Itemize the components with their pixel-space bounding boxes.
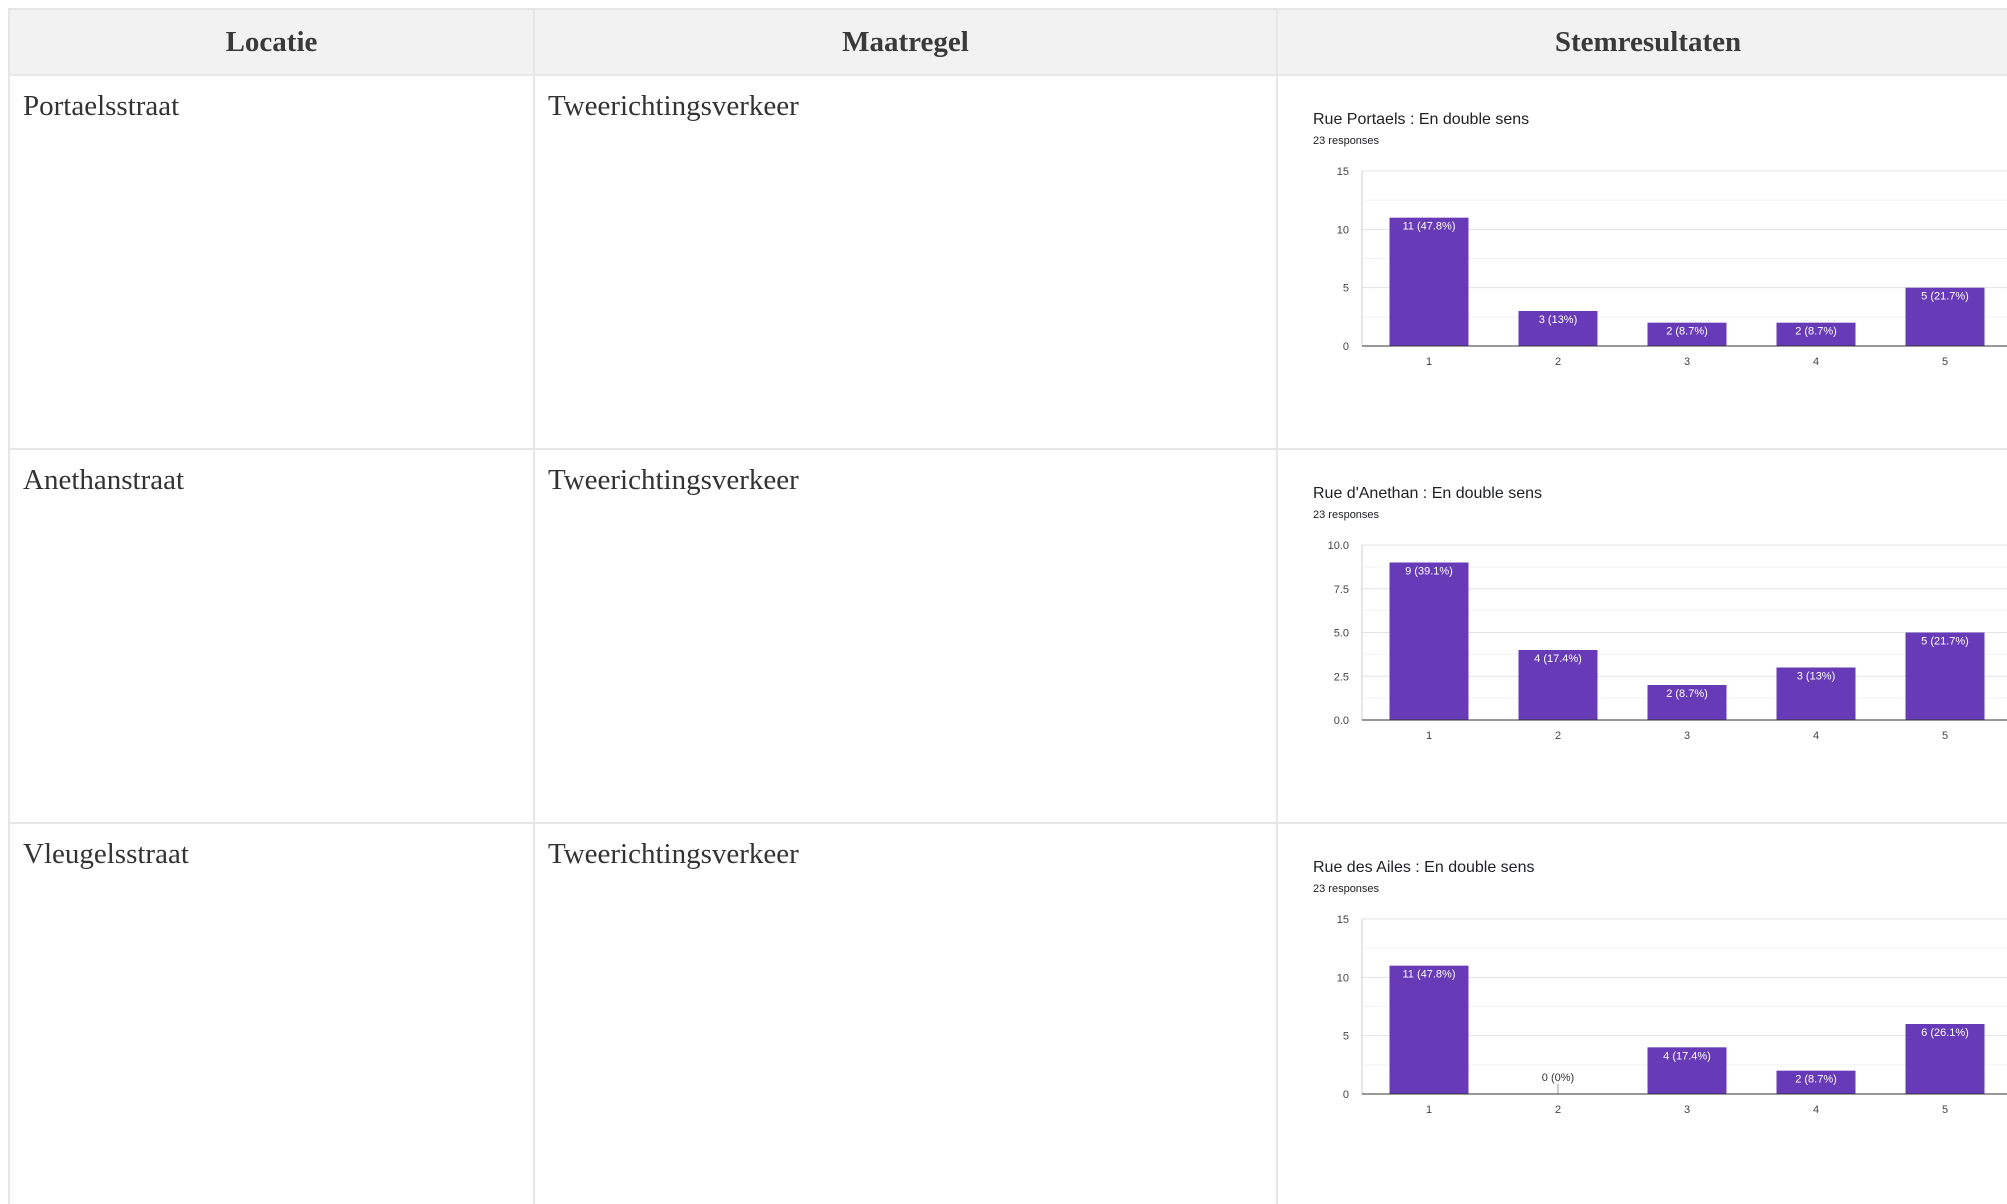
x-tick-label: 3 (1684, 356, 1690, 368)
x-tick-label: 2 (1555, 730, 1561, 742)
y-tick-label: 15 (1337, 914, 1349, 926)
y-tick-label: 0.0 (1334, 715, 1349, 727)
x-tick-label: 4 (1813, 730, 1819, 742)
x-tick-label: 4 (1813, 356, 1819, 368)
x-tick-label: 5 (1942, 730, 1948, 742)
y-tick-label: 5 (1343, 283, 1349, 295)
chart-subtitle: 23 responses (1313, 135, 1380, 147)
measure-cell: Tweerichtingsverkeer (535, 76, 1278, 450)
bar-chart-anethan: Rue d'Anethan : En double sens 23 respons… (1313, 485, 2007, 742)
y-tick-label: 0 (1343, 1089, 1349, 1101)
bar-data-label: 5 (21.7%) (1921, 291, 1969, 303)
results-table: Locatie Maatregel Stemresultaten Portael… (8, 8, 2007, 1204)
table-row: Anethanstraat Tweerichtingsverkeer Rue d… (10, 450, 2007, 824)
bar-data-label: 11 (47.8%) (1403, 221, 1456, 233)
measure-cell: Tweerichtingsverkeer (535, 450, 1278, 824)
bar-chart-ailes: Rue des Ailes : En double sens 23 respons… (1313, 859, 2007, 1116)
bar-data-label: 11 (47.8%) (1403, 969, 1456, 981)
x-tick-label: 1 (1426, 730, 1432, 742)
table-header-row: Locatie Maatregel Stemresultaten (10, 10, 2007, 76)
x-tick-label: 4 (1813, 1104, 1819, 1116)
measure-cell: Tweerichtingsverkeer (535, 824, 1278, 1204)
y-tick-label: 10.0 (1328, 540, 1349, 552)
table-row: Portaelsstraat Tweerichtingsverkeer Rue … (10, 76, 2007, 450)
bar (1389, 217, 1469, 346)
chart-title: Rue des Ailes : En double sens (1313, 859, 1534, 876)
bar (1389, 965, 1469, 1094)
bar-data-label: 0 (0%) (1542, 1072, 1574, 1084)
x-tick-label: 5 (1942, 1104, 1948, 1116)
location-cell: Portaelsstraat (10, 76, 535, 450)
bar-data-label: 3 (13%) (1797, 671, 1836, 683)
results-cell: Rue Portaels : En double sens 23 response… (1278, 76, 2007, 450)
x-tick-label: 2 (1555, 1104, 1561, 1116)
chart-subtitle: 23 responses (1313, 883, 1380, 895)
results-cell: Rue d'Anethan : En double sens 23 respons… (1278, 450, 2007, 824)
chart-title: Rue Portaels : En double sens (1313, 111, 1529, 128)
x-tick-label: 3 (1684, 1104, 1690, 1116)
x-tick-label: 1 (1426, 356, 1432, 368)
x-tick-label: 3 (1684, 730, 1690, 742)
results-cell: Rue des Ailes : En double sens 23 respons… (1278, 824, 2007, 1204)
y-tick-label: 7.5 (1334, 584, 1349, 596)
bar-data-label: 4 (17.4%) (1663, 1050, 1711, 1062)
x-tick-label: 1 (1426, 1104, 1432, 1116)
bar-data-label: 2 (8.7%) (1666, 688, 1708, 700)
bar-data-label: 5 (21.7%) (1921, 636, 1969, 648)
x-tick-label: 2 (1555, 356, 1561, 368)
bar-data-label: 3 (13%) (1539, 314, 1578, 326)
y-tick-label: 0 (1343, 341, 1349, 353)
header-results: Stemresultaten (1278, 10, 2007, 76)
header-location: Locatie (10, 10, 535, 76)
chart-title: Rue d'Anethan : En double sens (1313, 485, 1542, 502)
location-cell: Anethanstraat (10, 450, 535, 824)
y-tick-label: 2.5 (1334, 671, 1349, 683)
bar (1389, 562, 1469, 720)
bar-data-label: 6 (26.1%) (1921, 1027, 1969, 1039)
y-tick-label: 5.0 (1334, 628, 1349, 640)
bar-data-label: 2 (8.7%) (1666, 326, 1708, 338)
header-measure: Maatregel (535, 10, 1278, 76)
location-cell: Vleugelsstraat (10, 824, 535, 1204)
x-tick-label: 5 (1942, 356, 1948, 368)
bar-data-label: 2 (8.7%) (1795, 326, 1837, 338)
y-tick-label: 10 (1337, 224, 1349, 236)
y-tick-label: 5 (1343, 1031, 1349, 1043)
bar-data-label: 2 (8.7%) (1795, 1074, 1837, 1086)
bar-data-label: 9 (39.1%) (1405, 566, 1453, 578)
bar-chart-portaels: Rue Portaels : En double sens 23 response… (1313, 111, 2007, 368)
chart-subtitle: 23 responses (1313, 509, 1380, 521)
y-tick-label: 10 (1337, 972, 1349, 984)
bar-data-label: 4 (17.4%) (1534, 653, 1582, 665)
y-tick-label: 15 (1337, 166, 1349, 178)
table-row: Vleugelsstraat Tweerichtingsverkeer Rue … (10, 824, 2007, 1204)
